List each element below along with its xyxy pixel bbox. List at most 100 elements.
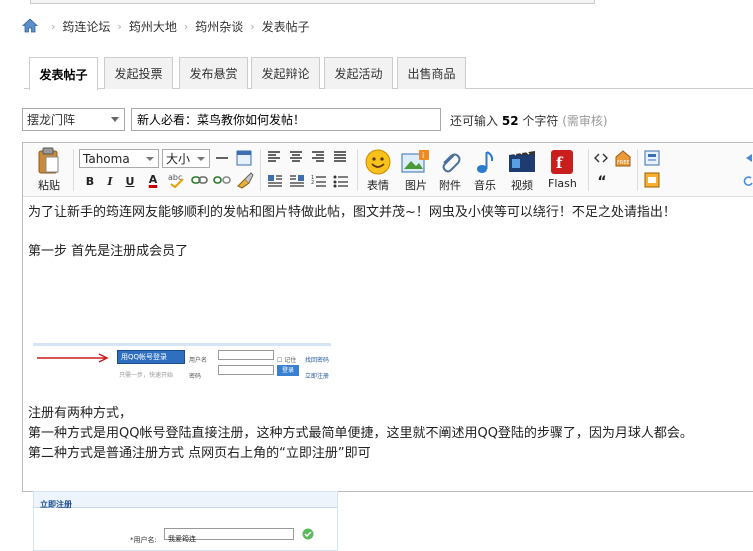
refresh-icon[interactable]: [743, 176, 753, 186]
register-header: 立即注册: [34, 492, 337, 509]
content-paragraph: 为了让新手的筠连网友能够顺利的发帖和图片特做此帖，图文并茂~！网虫及小侠等可以绕…: [28, 205, 676, 220]
content-paragraph: 注册有两种方式，: [28, 406, 133, 421]
content-paragraph: 第一步 首先是注册成会员了: [28, 244, 189, 259]
image-button[interactable]: i 图片: [401, 149, 431, 193]
paste-label: 粘贴: [38, 179, 60, 192]
svg-text:FREE: FREE: [617, 160, 630, 166]
tab-sell[interactable]: 出售商品: [397, 57, 466, 89]
qq-sub-label: 只需一步，快速开始: [119, 372, 174, 379]
hint-count: 52: [501, 114, 519, 128]
unordered-list-icon[interactable]: [333, 174, 349, 188]
free-content-icon[interactable]: FREE: [614, 149, 632, 167]
embedded-image-login[interactable]: 用QQ帐号登录 只需一步，快速开始 用户名 密码 ☐ 记住 找回密码 登录 立即…: [33, 343, 331, 389]
breadcrumb-current: 发表帖子: [261, 19, 310, 34]
flash-button[interactable]: f Flash: [548, 149, 577, 190]
spellcheck-icon[interactable]: abc: [168, 171, 186, 189]
align-justify-icon[interactable]: [333, 151, 347, 163]
expand-icon[interactable]: [743, 153, 753, 163]
post-type-tabs: 发表帖子 发起投票 发布悬赏 发起辩论 发起活动 出售商品: [24, 57, 753, 90]
breadcrumb: › 筠连论坛 › 筠州大地 › 筠州杂谈 › 发表帖子: [22, 16, 310, 36]
embedded-image-register[interactable]: 立即注册 *用户名: 我爱筠连: [33, 491, 338, 551]
page-icon[interactable]: [644, 150, 660, 166]
toolbar-divider: [73, 149, 74, 191]
qq-button-label: 用QQ帐号登录: [121, 353, 168, 361]
video-label: 视频: [511, 179, 533, 192]
breadcrumb-separator: ›: [51, 19, 56, 33]
breadcrumb-separator: ›: [183, 19, 189, 33]
top-bar: [30, 0, 595, 4]
unlink-icon[interactable]: [213, 173, 231, 187]
post-editor: 粘贴 Tahoma 大小 B I U A abc 12 表情 i 图片 附件 音…: [22, 142, 753, 551]
editor-toolbar: 粘贴 Tahoma 大小 B I U A abc 12 表情 i 图片 附件 音…: [23, 143, 753, 197]
italic-button[interactable]: I: [102, 173, 118, 189]
register-link: 立即注册: [305, 373, 330, 380]
category-value: 摆龙门阵: [27, 113, 76, 127]
clear-format-icon[interactable]: [236, 171, 254, 189]
hint-review: (需审核): [562, 114, 608, 128]
chevron-down-icon: [111, 117, 119, 122]
red-arrow-icon: [37, 353, 109, 363]
hide-content-icon[interactable]: [644, 172, 660, 188]
float-right-icon[interactable]: [289, 174, 305, 188]
font-color-button[interactable]: A: [145, 171, 161, 187]
emoji-button[interactable]: 表情: [365, 149, 391, 193]
check-icon: [302, 528, 314, 540]
subject-input[interactable]: 新人必看：菜鸟教你如何发帖！: [131, 108, 441, 131]
breadcrumb-item-board[interactable]: 筠州杂谈: [195, 18, 243, 35]
horizontal-rule-icon[interactable]: [215, 153, 229, 163]
password-field: [218, 365, 274, 375]
tab-reward[interactable]: 发布悬赏: [179, 57, 248, 89]
video-button[interactable]: 视频: [508, 149, 536, 193]
home-icon[interactable]: [22, 18, 38, 34]
login-button: 登录: [277, 365, 299, 376]
music-button[interactable]: 音乐: [474, 149, 496, 193]
font-family-select[interactable]: Tahoma: [79, 149, 159, 168]
content-paragraph: 第一种方式是用QQ帐号登陆直接注册，这种方式最简单便捷，这里就不阐述用QQ登陆的…: [28, 426, 693, 441]
tab-debate[interactable]: 发起辩论: [251, 57, 320, 89]
chevron-down-icon: [197, 157, 205, 161]
align-center-icon[interactable]: [289, 151, 303, 163]
top-strip: [0, 0, 753, 5]
font-size-select[interactable]: 大小: [162, 149, 210, 168]
tab-poll[interactable]: 发起投票: [104, 57, 173, 89]
breadcrumb-item-forum[interactable]: 筠连论坛: [62, 18, 110, 35]
paste-button[interactable]: 粘贴: [37, 147, 61, 193]
toolbar-divider: [637, 149, 638, 191]
image-label: 图片: [405, 179, 427, 192]
hint-suffix: 个字符: [522, 114, 559, 128]
music-label: 音乐: [474, 179, 496, 192]
code-icon[interactable]: [594, 152, 608, 164]
align-left-icon[interactable]: [267, 151, 281, 163]
tab-new-post[interactable]: 发表帖子: [29, 57, 98, 90]
toolbar-divider: [260, 149, 261, 191]
content-paragraph: 第二种方式是普通注册方式 点网页右上角的“立即注册”即可: [28, 446, 371, 461]
svg-text:i: i: [422, 151, 424, 160]
breadcrumb-item-region[interactable]: 筠州大地: [129, 18, 177, 35]
toolbar-divider: [357, 149, 358, 191]
breadcrumb-separator: ›: [117, 19, 122, 33]
align-right-icon[interactable]: [311, 151, 325, 163]
float-left-icon[interactable]: [267, 174, 283, 188]
flash-icon: f: [551, 150, 574, 174]
attachment-label: 附件: [439, 179, 461, 192]
hint-prefix: 还可输入: [450, 114, 499, 128]
qq-login-button: 用QQ帐号登录: [117, 350, 185, 364]
attachment-button[interactable]: 附件: [437, 149, 463, 193]
flash-label: Flash: [548, 177, 577, 190]
tab-activity[interactable]: 发起活动: [324, 57, 393, 89]
paperclip-icon: [442, 153, 461, 173]
password-label: 密码: [189, 373, 202, 380]
font-size-value: 大小: [166, 152, 191, 166]
ordered-list-icon[interactable]: 12: [311, 174, 327, 188]
quote-button[interactable]: “: [594, 174, 610, 190]
bold-button[interactable]: B: [82, 173, 98, 189]
font-family-value: Tahoma: [83, 151, 130, 166]
film-icon: [509, 149, 535, 172]
category-select[interactable]: 摆龙门阵: [22, 108, 125, 131]
link-icon[interactable]: [191, 173, 209, 187]
toolbar-divider: [588, 149, 589, 191]
username-field: [218, 350, 274, 360]
table-icon[interactable]: [236, 150, 252, 166]
image-icon: i: [401, 150, 429, 173]
underline-button[interactable]: U: [122, 173, 138, 189]
